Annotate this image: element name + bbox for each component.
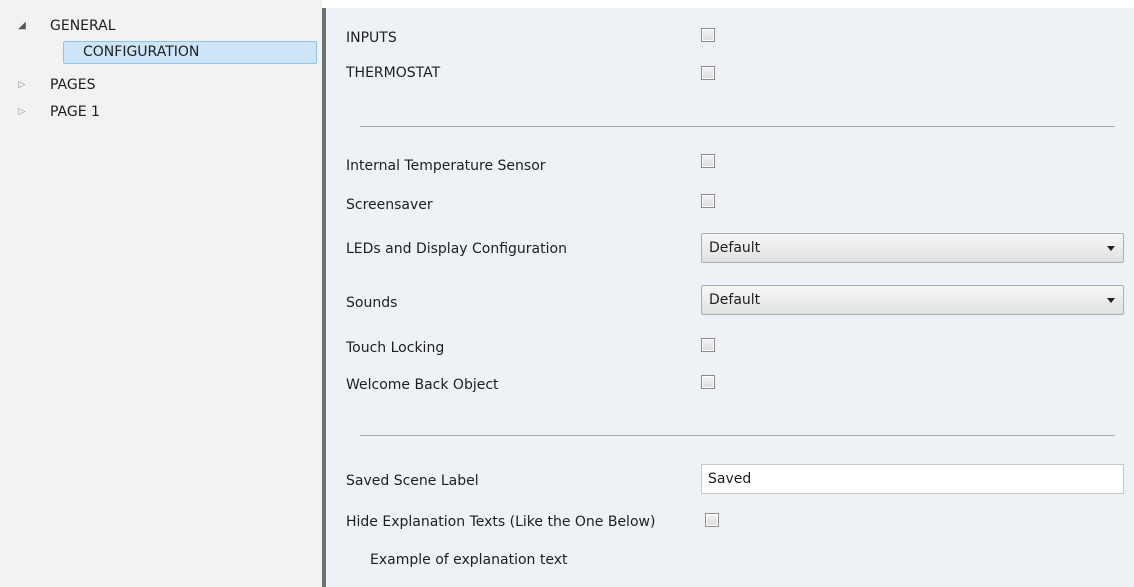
hide-explanation-texts-label: Hide Explanation Texts (Like the One Bel… xyxy=(346,514,656,530)
saved-scene-label-label: Saved Scene Label xyxy=(346,473,479,489)
expanded-arrow-icon[interactable]: ◢ xyxy=(16,15,28,37)
section-divider xyxy=(360,435,1115,436)
tree-item-label: GENERAL xyxy=(50,18,116,34)
parameter-tree: ◢ GENERAL CONFIGURATION ▷ PAGES ▷ PAGE 1 xyxy=(0,0,322,587)
screensaver-checkbox[interactable] xyxy=(701,194,715,208)
tree-item-label: PAGES xyxy=(50,77,96,93)
saved-scene-label-input[interactable] xyxy=(701,464,1124,494)
chevron-down-icon xyxy=(1107,246,1115,251)
leds-display-dropdown[interactable]: Default xyxy=(701,233,1124,263)
internal-temperature-sensor-label: Internal Temperature Sensor xyxy=(346,158,546,174)
thermostat-label: THERMOSTAT xyxy=(346,65,441,81)
screensaver-label: Screensaver xyxy=(346,197,433,213)
tree-item-configuration[interactable]: CONFIGURATION xyxy=(63,41,317,64)
chevron-down-icon xyxy=(1107,298,1115,303)
tree-item-pages[interactable]: ▷ PAGES xyxy=(16,74,316,96)
touch-locking-checkbox[interactable] xyxy=(701,338,715,352)
collapsed-arrow-icon[interactable]: ▷ xyxy=(16,101,28,123)
internal-temperature-sensor-checkbox[interactable] xyxy=(701,154,715,168)
dropdown-value: Default xyxy=(709,292,761,308)
app-window: ◢ GENERAL CONFIGURATION ▷ PAGES ▷ PAGE 1… xyxy=(0,0,1134,587)
tree-item-page-1[interactable]: ▷ PAGE 1 xyxy=(16,101,316,123)
tree-item-general[interactable]: ◢ GENERAL xyxy=(16,15,316,37)
tree-item-label: PAGE 1 xyxy=(50,104,100,120)
touch-locking-label: Touch Locking xyxy=(346,340,445,356)
tree-item-label: CONFIGURATION xyxy=(83,44,200,60)
sounds-label: Sounds xyxy=(346,295,398,311)
dropdown-value: Default xyxy=(709,240,761,256)
section-divider xyxy=(360,126,1115,127)
hide-explanation-texts-checkbox[interactable] xyxy=(705,513,719,527)
welcome-back-object-label: Welcome Back Object xyxy=(346,377,499,393)
welcome-back-object-checkbox[interactable] xyxy=(701,375,715,389)
sounds-dropdown[interactable]: Default xyxy=(701,285,1124,315)
explanation-text: Example of explanation text xyxy=(370,552,568,568)
thermostat-checkbox[interactable] xyxy=(701,66,715,80)
collapsed-arrow-icon[interactable]: ▷ xyxy=(16,74,28,96)
parameter-panel: INPUTS THERMOSTAT Internal Temperature S… xyxy=(326,8,1134,587)
leds-display-label: LEDs and Display Configuration xyxy=(346,241,567,257)
inputs-checkbox[interactable] xyxy=(701,28,715,42)
inputs-label: INPUTS xyxy=(346,30,397,46)
